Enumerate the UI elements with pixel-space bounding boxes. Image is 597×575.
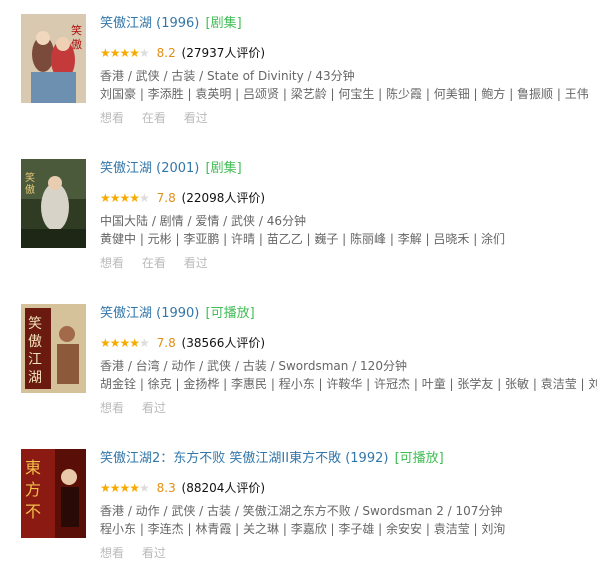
item-meta: 香港 / 武侠 / 古装 / State of Divinity / 43分钟 xyxy=(100,69,355,83)
rating-score: 8.3 xyxy=(156,481,176,495)
result-item: 東 方 不 笑傲江湖2：东方不败 笑傲江湖II東方不敗 (1992) [可播放]… xyxy=(0,435,597,575)
svg-text:傲: 傲 xyxy=(71,37,82,51)
result-item: 笑 傲 笑傲江湖 (1996) [剧集] ★★★★★ 8.2 (27937人评价… xyxy=(0,0,597,140)
svg-text:東: 東 xyxy=(25,458,41,477)
watched-button[interactable]: 看过 xyxy=(142,401,166,415)
item-meta: 香港 / 动作 / 武侠 / 古装 / 笑傲江湖之东方不败 / Swordsma… xyxy=(100,504,503,518)
poster-art: 東 方 不 xyxy=(21,449,86,538)
rating-score: 7.8 xyxy=(156,191,176,205)
rating-stars-icon: ★★★★★ xyxy=(100,336,150,350)
item-cast: 黄健中 | 元彬 | 李亚鹏 | 许晴 | 苗乙乙 | 巍子 | 陈丽峰 | 李… xyxy=(100,232,506,246)
poster-image[interactable]: 東 方 不 xyxy=(21,449,86,538)
item-cast: 刘国豪 | 李添胜 | 袁英明 | 吕颂贤 | 梁艺龄 | 何宝生 | 陈少霞 … xyxy=(100,87,589,101)
svg-text:傲: 傲 xyxy=(25,184,35,196)
svg-text:笑: 笑 xyxy=(28,316,42,332)
item-title[interactable]: 笑傲江湖 (1996) xyxy=(100,16,199,31)
result-item: 笑 傲 江 湖 笑傲江湖 (1990) [可播放] ★★★★★ 7.8 (385… xyxy=(0,290,597,430)
svg-text:傲: 傲 xyxy=(28,334,42,350)
poster-image[interactable]: 笑 傲 xyxy=(21,14,86,103)
item-cast: 程小东 | 李连杰 | 林青霞 | 关之琳 | 李嘉欣 | 李子雄 | 余安安 … xyxy=(100,522,506,536)
poster-art: 笑 傲 xyxy=(21,159,86,248)
rating-votes[interactable]: (88204人评价) xyxy=(182,481,266,495)
svg-text:不: 不 xyxy=(25,502,41,521)
svg-text:湖: 湖 xyxy=(28,370,42,386)
result-item: 笑 傲 笑傲江湖 (2001) [剧集] ★★★★★ 7.8 (22098人评价… xyxy=(0,145,597,285)
poster-image[interactable]: 笑 傲 江 湖 xyxy=(21,304,86,393)
rating-stars-icon: ★★★★★ xyxy=(100,46,150,60)
want-to-watch-button[interactable]: 想看 xyxy=(100,546,124,560)
rating-stars-icon: ★★★★★ xyxy=(100,191,150,205)
rating-votes[interactable]: (27937人评价) xyxy=(182,46,266,60)
rating-votes[interactable]: (22098人评价) xyxy=(182,191,266,205)
want-to-watch-button[interactable]: 想看 xyxy=(100,401,124,415)
item-tag: [可播放] xyxy=(205,306,255,321)
watched-button[interactable]: 看过 xyxy=(142,546,166,560)
svg-text:笑: 笑 xyxy=(25,171,35,184)
svg-text:方: 方 xyxy=(25,480,41,499)
rating-score: 8.2 xyxy=(156,46,176,60)
rating-score: 7.8 xyxy=(156,336,176,350)
item-meta: 香港 / 台湾 / 动作 / 武侠 / 古装 / Swordsman / 120… xyxy=(100,359,407,373)
want-to-watch-button[interactable]: 想看 xyxy=(100,256,124,270)
watching-button[interactable]: 在看 xyxy=(142,111,166,125)
item-tag: [剧集] xyxy=(205,16,242,31)
item-title[interactable]: 笑傲江湖 (2001) xyxy=(100,161,199,176)
watching-button[interactable]: 在看 xyxy=(142,256,166,270)
svg-text:笑: 笑 xyxy=(71,23,82,37)
item-title[interactable]: 笑傲江湖2：东方不败 笑傲江湖II東方不敗 (1992) xyxy=(100,451,388,466)
poster-art: 笑 傲 江 湖 xyxy=(21,304,86,393)
watched-button[interactable]: 看过 xyxy=(184,256,208,270)
rating-votes[interactable]: (38566人评价) xyxy=(182,336,266,350)
poster-image[interactable]: 笑 傲 xyxy=(21,159,86,248)
want-to-watch-button[interactable]: 想看 xyxy=(100,111,124,125)
svg-text:江: 江 xyxy=(28,352,42,368)
rating-stars-icon: ★★★★★ xyxy=(100,481,150,495)
item-cast: 胡金铨 | 徐克 | 金扬桦 | 李惠民 | 程小东 | 许鞍华 | 许冠杰 |… xyxy=(100,377,597,391)
item-meta: 中国大陆 / 剧情 / 爱情 / 武侠 / 46分钟 xyxy=(100,214,306,228)
poster-art: 笑 傲 xyxy=(21,14,86,103)
watched-button[interactable]: 看过 xyxy=(184,111,208,125)
item-title[interactable]: 笑傲江湖 (1990) xyxy=(100,306,199,321)
item-tag: [剧集] xyxy=(205,161,242,176)
item-tag: [可播放] xyxy=(394,451,444,466)
